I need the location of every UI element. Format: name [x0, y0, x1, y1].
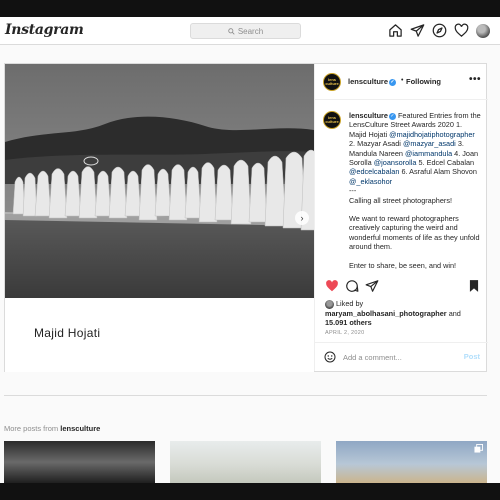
likes-others-count[interactable]: 15.091 others — [325, 318, 372, 327]
next-photo-button[interactable]: › — [295, 211, 309, 225]
account-avatar[interactable]: lens culture — [323, 73, 341, 91]
mention-link[interactable]: @joansorolla — [374, 158, 417, 167]
activity-heart-icon[interactable] — [454, 23, 469, 38]
caption-avatar[interactable]: lens culture — [323, 111, 341, 129]
photographer-name: Majid Hojati — [34, 326, 101, 340]
header-separator: • — [401, 77, 404, 84]
header-username[interactable]: lensculture ✓ — [348, 77, 397, 86]
share-icon[interactable] — [365, 279, 379, 293]
instagram-logo[interactable]: Instagram — [5, 22, 84, 38]
caption-text: lensculture ✓ Featured Entries from the L… — [349, 111, 481, 274]
post-photo[interactable]: › — [5, 64, 314, 298]
post-thumbnail[interactable] — [4, 441, 155, 483]
header-username-text: lensculture — [348, 77, 389, 86]
post-card: › Majid Hojati lens culture lensculture ✓… — [4, 63, 488, 372]
comment-input[interactable] — [343, 351, 453, 363]
home-icon[interactable] — [388, 23, 403, 38]
likes-connector: and — [448, 308, 461, 318]
search-box[interactable]: Search — [190, 23, 301, 39]
caption-call: Calling all street photographers! — [349, 195, 453, 205]
liked-by-label: Liked by — [336, 299, 364, 308]
mention-link[interactable]: @mazyar_asadi — [403, 139, 456, 148]
caption-separator: --- — [349, 186, 357, 196]
post-date[interactable]: APRIL 2, 2020 — [325, 330, 364, 336]
multiple-photos-icon — [474, 444, 483, 453]
post-header: lens culture lensculture ✓ • Following ••… — [315, 64, 488, 100]
likes-summary: Liked by maryam_abolhasani_photographer … — [325, 299, 485, 327]
browser-viewport: Instagram Search › Majid Hojati lens cul… — [0, 17, 500, 483]
post-actions — [315, 274, 488, 296]
save-bookmark-icon[interactable] — [467, 279, 481, 293]
caption-entry-6: 6. Asraful Alam Shovon — [401, 167, 477, 177]
more-posts-username[interactable]: lensculture — [60, 424, 100, 433]
mention-link[interactable]: @majidhojatiphotographer — [389, 130, 475, 139]
photo-caption-panel: Majid Hojati — [5, 298, 314, 372]
post-comment-button[interactable]: Post — [464, 352, 480, 361]
avatar-logo-text: lens culture — [325, 77, 339, 86]
mention-link[interactable]: @_eklasohor — [349, 177, 392, 186]
direct-messages-icon[interactable] — [410, 23, 425, 38]
caption-entry-2: 2. Mazyar Asadi — [349, 139, 401, 149]
section-divider — [4, 395, 487, 396]
more-options-icon[interactable]: ••• — [469, 74, 481, 85]
comment-icon[interactable] — [345, 279, 359, 293]
search-icon — [228, 27, 235, 35]
post-sidebar: lens culture lensculture ✓ • Following ••… — [314, 64, 488, 371]
caption-avatar-text: lens culture — [325, 115, 339, 124]
caption-section[interactable]: lens culture lensculture ✓ Featured Entri… — [315, 100, 488, 274]
caption-username[interactable]: lensculture — [349, 111, 388, 120]
more-posts-grid — [4, 441, 487, 483]
mention-link[interactable]: @iammandula — [405, 149, 452, 158]
nav-icons — [388, 23, 490, 38]
top-navigation-bar: Instagram Search — [0, 17, 500, 45]
profile-avatar[interactable] — [476, 23, 490, 38]
emoji-icon[interactable] — [324, 351, 336, 363]
post-thumbnail[interactable] — [336, 441, 487, 483]
caption-verified-icon: ✓ — [388, 112, 396, 120]
following-button[interactable]: Following — [406, 77, 441, 86]
explore-compass-icon[interactable] — [432, 23, 447, 38]
liker-username[interactable]: maryam_abolhasani_photographer — [325, 309, 447, 318]
comment-box: Post — [315, 342, 488, 371]
more-posts-heading: More posts from lensculture — [4, 424, 100, 433]
more-posts-prefix: More posts from — [4, 424, 59, 433]
mention-link[interactable]: @edcelcabalan — [349, 167, 399, 176]
post-thumbnail[interactable] — [170, 441, 321, 483]
caption-overflow: Enter to share, be seen, and win! — [349, 260, 457, 270]
verified-badge-icon: ✓ — [389, 78, 397, 86]
liker-avatar — [325, 299, 334, 309]
caption-body: We want to reward photographers creative… — [349, 214, 480, 252]
photo-image — [5, 64, 314, 298]
caption-entry-5: 5. Edcel Cabalan — [418, 158, 475, 168]
search-placeholder: Search — [237, 26, 264, 36]
like-heart-icon[interactable] — [325, 279, 339, 293]
